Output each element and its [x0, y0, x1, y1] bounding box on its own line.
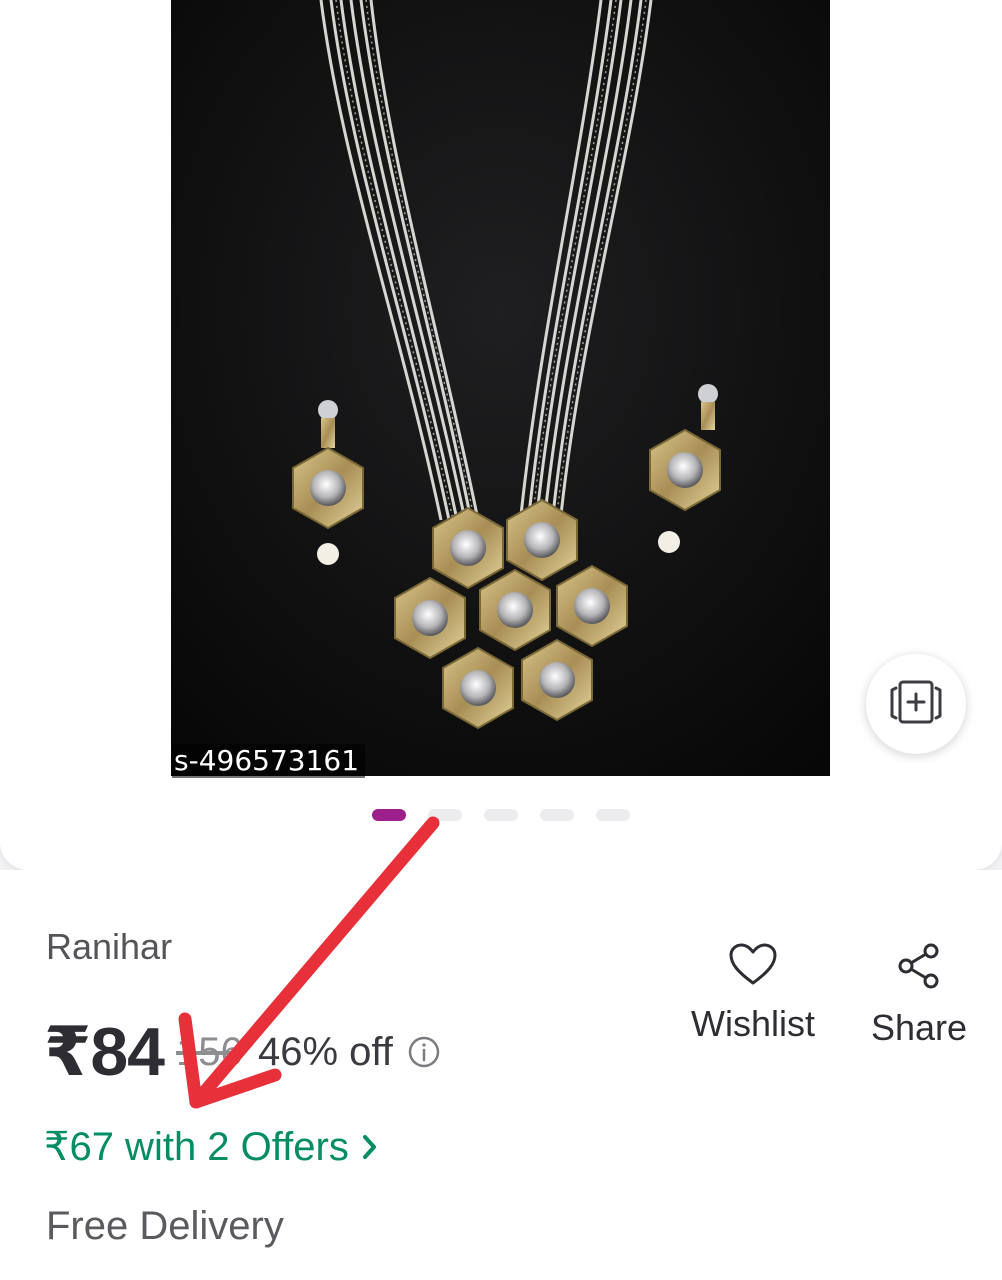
- product-photo[interactable]: [171, 0, 830, 776]
- share-label: Share: [870, 1007, 968, 1048]
- offers-link[interactable]: ₹67 with 2 Offers: [44, 1124, 379, 1170]
- chevron-right-icon: [361, 1133, 379, 1161]
- discount-percent: 46% off: [257, 1029, 393, 1074]
- original-price: 156: [175, 1029, 242, 1074]
- price-row: ₹84 156 46% off: [44, 1012, 441, 1092]
- carousel-dot[interactable]: [428, 809, 462, 821]
- wishlist-label: Wishlist: [691, 1003, 815, 1044]
- share-button[interactable]: Share: [870, 942, 968, 1049]
- heart-icon: [728, 942, 778, 991]
- info-icon[interactable]: [407, 1035, 441, 1069]
- add-to-compare-icon: [886, 678, 946, 731]
- carousel-dot[interactable]: [484, 809, 518, 821]
- product-image-gallery[interactable]: s-496573161: [0, 0, 1002, 870]
- carousel-dot[interactable]: [596, 809, 630, 821]
- delivery-info: Free Delivery: [46, 1204, 284, 1248]
- product-brand: Ranihar: [46, 926, 173, 967]
- carousel-dot[interactable]: [540, 809, 574, 821]
- product-id-watermark: s-496573161: [172, 744, 366, 778]
- share-icon: [896, 942, 942, 995]
- product-details: Ranihar ₹84 156 46% off ₹67 with 2 Offer…: [0, 870, 1002, 1280]
- compare-button[interactable]: [866, 654, 966, 754]
- carousel-dot-active[interactable]: [372, 809, 406, 821]
- carousel-indicator: [372, 809, 630, 821]
- wishlist-button[interactable]: Wishlist: [688, 942, 818, 1045]
- selling-price: ₹84: [44, 1013, 165, 1090]
- offers-text: ₹67 with 2 Offers: [44, 1125, 349, 1169]
